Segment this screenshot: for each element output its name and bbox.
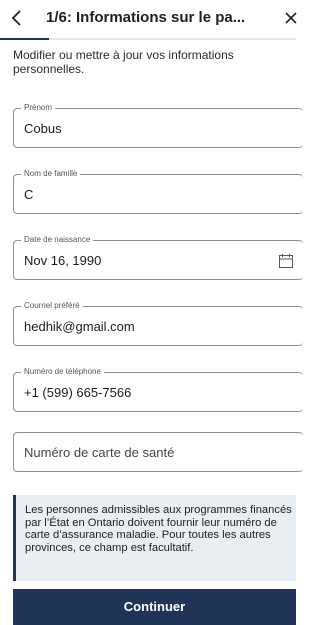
first-name-value: Cobus	[24, 121, 62, 136]
phone-field[interactable]: Numéro de téléphone +1 (599) 665-7566	[13, 367, 303, 412]
first-name-label: Prénom	[21, 103, 56, 113]
email-field[interactable]: Courriel préféré hedhik@gmail.com	[13, 301, 303, 346]
chevron-left-icon	[11, 10, 21, 26]
birth-date-field[interactable]: Date de naissance Nov 16, 1990	[13, 235, 303, 280]
birth-date-value: Nov 16, 1990	[24, 253, 102, 268]
last-name-label: Nom de famille	[21, 169, 81, 179]
back-button[interactable]	[8, 8, 28, 28]
health-card-field[interactable]: Numéro de carte de santé	[13, 432, 303, 472]
header-bar: 1/6: Informations sur le pa...	[0, 0, 298, 40]
email-value: hedhik@gmail.com	[24, 319, 135, 334]
phone-value: +1 (599) 665-7566	[24, 385, 132, 400]
health-card-placeholder: Numéro de carte de santé	[24, 445, 175, 460]
calendar-icon[interactable]	[278, 253, 294, 269]
page-title: 1/6: Informations sur le pa...	[46, 9, 246, 26]
phone-label: Numéro de téléphone	[21, 367, 104, 377]
email-label: Courriel préféré	[21, 301, 83, 311]
progress-fill	[0, 38, 50, 40]
continue-button[interactable]: Continuer	[13, 589, 296, 625]
close-button[interactable]	[284, 8, 298, 28]
intro-text: Modifier ou mettre à jour vos informatio…	[13, 48, 234, 76]
close-icon	[285, 12, 297, 24]
progress-bar	[0, 38, 296, 40]
birth-date-label: Date de naissance	[21, 235, 94, 245]
last-name-value: C	[24, 187, 34, 202]
info-notice: Les personnes admissibles aux programmes…	[13, 495, 296, 581]
first-name-field[interactable]: Prénom Cobus	[13, 103, 303, 148]
last-name-field[interactable]: Nom de famille C	[13, 169, 303, 214]
